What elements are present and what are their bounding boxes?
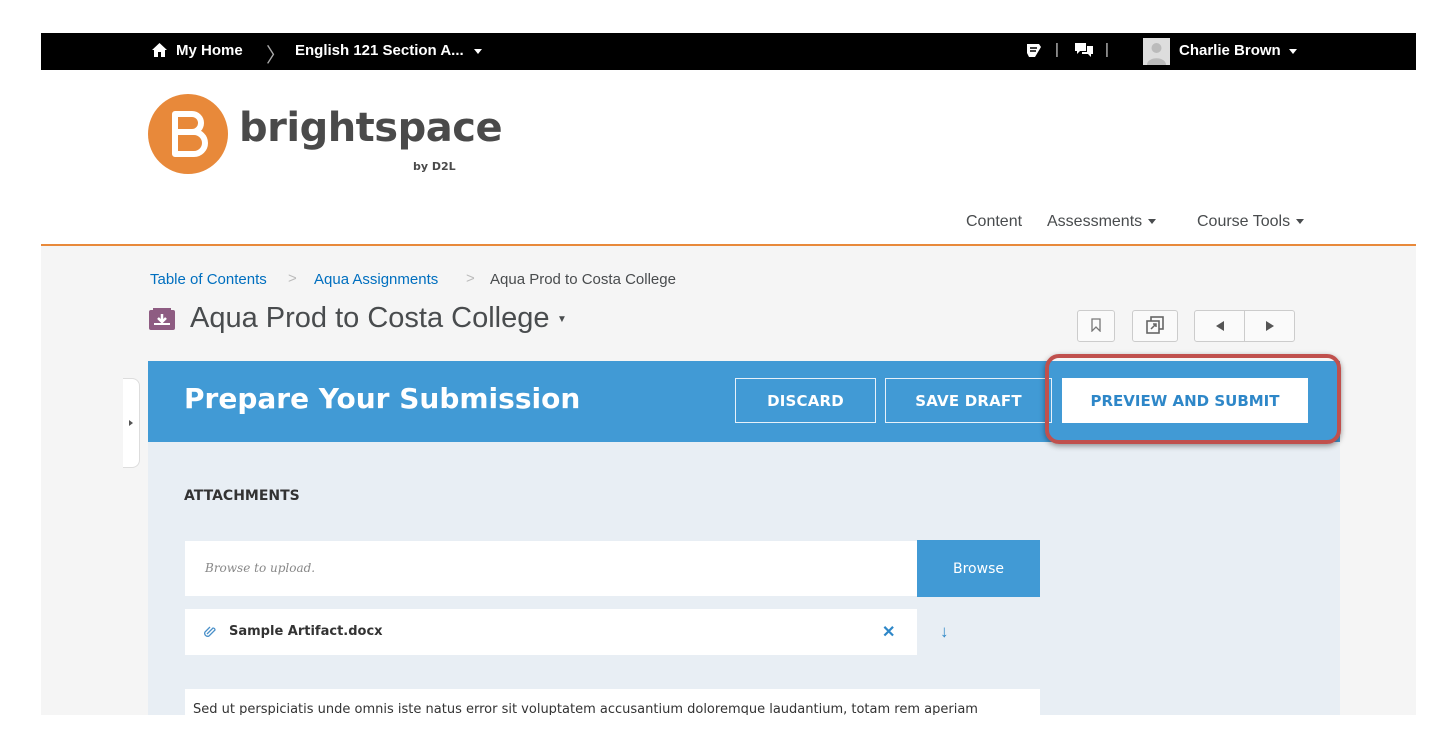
breadcrumb-aqua-assignments[interactable]: Aqua Assignments xyxy=(314,271,438,288)
previous-topic-button[interactable] xyxy=(1194,310,1245,342)
remove-attachment-icon[interactable]: ✕ xyxy=(882,622,895,642)
nav-assessments[interactable]: Assessments xyxy=(1047,213,1157,231)
next-topic-button[interactable] xyxy=(1244,310,1295,342)
side-panel-toggle[interactable] xyxy=(123,378,140,468)
brightspace-logo-icon[interactable] xyxy=(148,94,228,179)
highlight-annotation xyxy=(1045,354,1341,444)
nav-course-tools[interactable]: Course Tools xyxy=(1197,213,1305,231)
message-alerts-icon[interactable] xyxy=(1025,42,1043,64)
caret-left-icon xyxy=(1215,321,1224,331)
course-selector-label: English 121 Section A... xyxy=(295,42,464,59)
chevron-right-icon: > xyxy=(466,270,475,287)
header: brightspace by D2L Content Assessments C… xyxy=(41,70,1416,246)
chevron-down-icon xyxy=(473,48,482,54)
user-name: Charlie Brown xyxy=(1179,42,1281,59)
chevron-down-icon xyxy=(1148,219,1157,225)
separator: | xyxy=(1055,41,1059,58)
discussion-alerts-icon[interactable] xyxy=(1074,42,1094,64)
new-window-button[interactable] xyxy=(1132,310,1178,342)
chevron-right-icon: > xyxy=(288,270,297,287)
upload-placeholder: Browse to upload. xyxy=(205,561,316,575)
attachment-row: Sample Artifact.docx ✕ xyxy=(185,609,917,655)
my-home-link[interactable]: My Home xyxy=(176,42,243,59)
user-avatar-icon[interactable] xyxy=(1143,38,1170,65)
nav-content[interactable]: Content xyxy=(966,213,1022,231)
breadcrumb-current: Aqua Prod to Costa College xyxy=(490,271,676,288)
nav-course-tools-label: Course Tools xyxy=(1197,213,1291,230)
download-attachment-icon[interactable]: ↓ xyxy=(940,622,949,642)
external-window-icon xyxy=(1146,315,1164,337)
chevron-down-icon xyxy=(1296,219,1305,225)
page-title: Aqua Prod to Costa College xyxy=(190,302,550,334)
comments-text: Sed ut perspiciatis unde omnis iste natu… xyxy=(193,702,978,715)
banner-title: Prepare Your Submission xyxy=(184,382,581,415)
caret-right-icon xyxy=(1265,321,1274,331)
save-draft-button[interactable]: SAVE DRAFT xyxy=(885,378,1052,423)
brand-name: brightspace xyxy=(239,105,503,151)
breadcrumb-table-of-contents[interactable]: Table of Contents xyxy=(150,271,267,288)
attachments-panel: ATTACHMENTS Browse to upload. Browse Sam… xyxy=(148,442,1340,715)
attachments-heading: ATTACHMENTS xyxy=(184,488,300,504)
discard-button[interactable]: DISCARD xyxy=(735,378,876,423)
comments-editor[interactable]: Sed ut perspiciatis unde omnis iste natu… xyxy=(185,689,1040,715)
attachment-file-name[interactable]: Sample Artifact.docx xyxy=(229,624,383,639)
upload-field[interactable]: Browse to upload. xyxy=(185,541,917,596)
brand-tagline: by D2L xyxy=(413,160,456,173)
separator: | xyxy=(1105,41,1109,58)
minibar: My Home 〉 English 121 Section A... | | C… xyxy=(41,33,1416,70)
course-selector[interactable]: English 121 Section A... xyxy=(295,42,482,59)
user-menu[interactable]: Charlie Brown xyxy=(1179,42,1297,59)
bookmark-icon xyxy=(1091,317,1101,335)
home-icon[interactable] xyxy=(151,42,168,63)
paperclip-icon xyxy=(204,625,216,643)
bookmark-button[interactable] xyxy=(1077,310,1115,342)
app-frame: My Home 〉 English 121 Section A... | | C… xyxy=(41,33,1416,715)
title-menu-caret[interactable]: ▼ xyxy=(557,314,567,325)
chevron-down-icon xyxy=(1288,48,1297,54)
browse-button[interactable]: Browse xyxy=(917,540,1040,597)
nav-assessments-label: Assessments xyxy=(1047,213,1143,230)
assignment-icon xyxy=(148,307,176,336)
chevron-right-icon: 〉 xyxy=(266,45,286,67)
caret-right-icon xyxy=(129,420,133,426)
